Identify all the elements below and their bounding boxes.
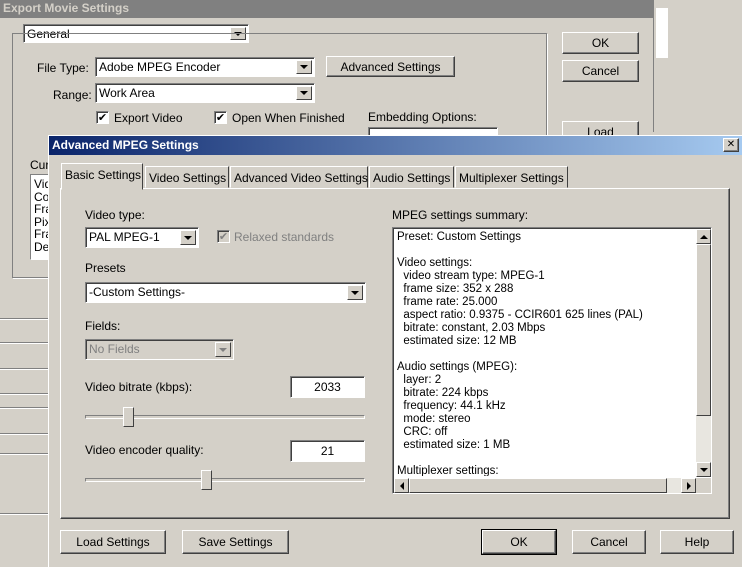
file-type-label: File Type:: [37, 61, 89, 75]
chevron-down-icon: [296, 60, 312, 74]
background-panel: [671, 0, 742, 132]
export-cancel-button[interactable]: Cancel: [562, 60, 639, 82]
range-select[interactable]: Work Area: [95, 83, 315, 103]
background-separators: [0, 290, 48, 567]
current-settings-label: Cur: [30, 158, 50, 172]
export-window-titlebar: Export Movie Settings: [0, 0, 653, 18]
help-button[interactable]: Help: [660, 530, 734, 554]
embedding-options-label: Embedding Options:: [368, 110, 477, 124]
dialog-titlebar: Advanced MPEG Settings: [49, 136, 742, 155]
advanced-settings-button[interactable]: Advanced Settings: [326, 56, 455, 77]
dialog-close-button[interactable]: ✕: [723, 138, 739, 152]
export-ok-button[interactable]: OK: [562, 32, 639, 54]
range-label: Range:: [53, 88, 92, 102]
export-video-checkbox[interactable]: ✔: [96, 111, 109, 124]
tab-page: [60, 188, 730, 519]
tab-basic-settings[interactable]: Basic Settings: [61, 163, 143, 190]
background-scrollbar[interactable]: [653, 0, 671, 132]
chevron-down-icon: [296, 86, 312, 100]
tab-multiplexer-settings[interactable]: Multiplexer Settings: [455, 166, 568, 188]
export-video-label: Export Video: [114, 111, 183, 125]
dialog-title: Advanced MPEG Settings: [52, 138, 199, 152]
tab-advanced-video-settings[interactable]: Advanced Video Settings: [230, 166, 368, 188]
tab-video-settings[interactable]: Video Settings: [145, 166, 229, 188]
open-when-finished-label: Open When Finished: [232, 111, 345, 125]
file-type-select[interactable]: Adobe MPEG Encoder: [95, 57, 315, 77]
save-settings-button[interactable]: Save Settings: [182, 530, 289, 554]
ok-button[interactable]: OK: [481, 529, 557, 555]
cancel-button[interactable]: Cancel: [572, 530, 646, 554]
export-window-title: Export Movie Settings: [3, 1, 130, 15]
open-when-finished-checkbox[interactable]: ✔: [214, 111, 227, 124]
tab-audio-settings[interactable]: Audio Settings: [369, 166, 454, 188]
close-icon: ✕: [726, 139, 736, 150]
load-settings-button[interactable]: Load Settings: [60, 530, 166, 554]
